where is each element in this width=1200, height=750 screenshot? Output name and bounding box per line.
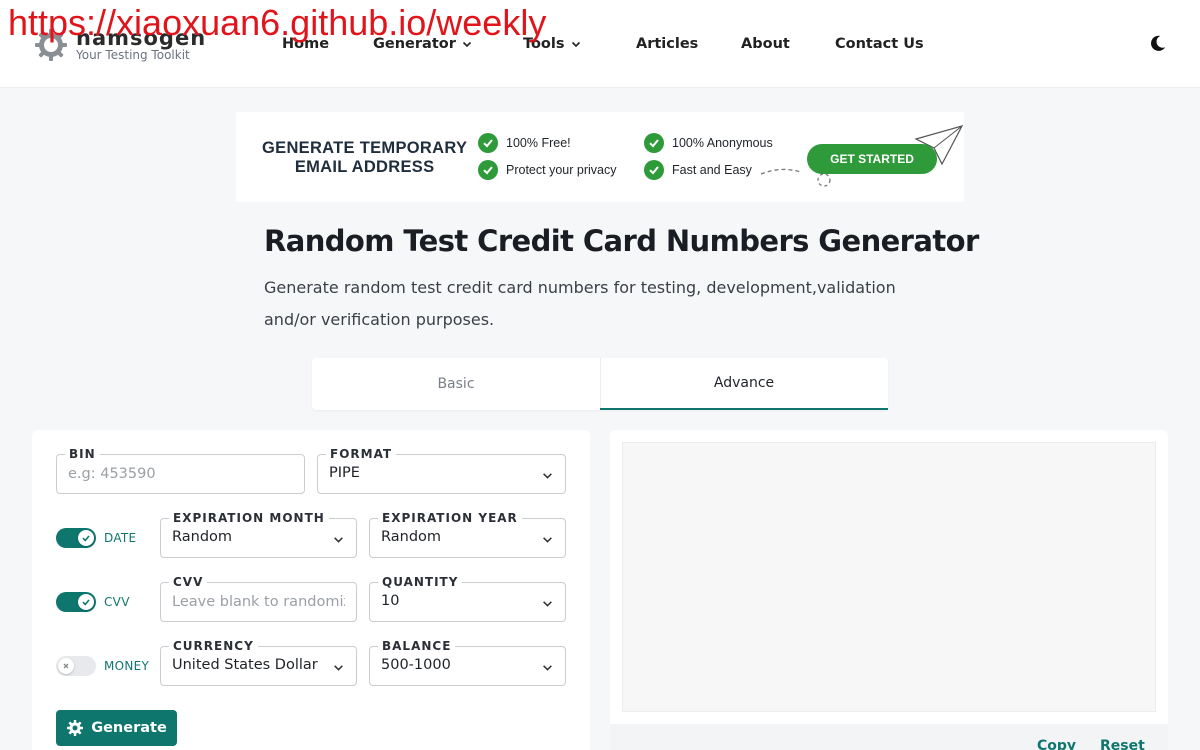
banner-feature: 100% Anonymous	[644, 133, 773, 153]
chevron-down-icon	[543, 537, 552, 543]
check-icon	[644, 133, 664, 153]
banner-feature-label: 100% Free!	[506, 136, 571, 150]
check-icon	[478, 133, 498, 153]
currency-select[interactable]: CURRENCY United States Dollar	[160, 638, 357, 686]
format-select[interactable]: FORMAT PIPE	[317, 446, 566, 494]
output-textarea[interactable]	[622, 442, 1156, 712]
money-toggle-label: MONEY	[104, 659, 150, 673]
banner-feature-label: Fast and Easy	[672, 163, 752, 177]
output-card-footer	[610, 724, 1168, 750]
generate-button-label: Generate	[91, 720, 167, 736]
mode-tabs: Basic Advance	[312, 358, 888, 410]
toggle-knob	[78, 594, 94, 610]
gear-icon	[67, 720, 84, 736]
cvv-label: CVV	[169, 574, 208, 590]
quantity-value: 10	[381, 593, 400, 609]
expiration-year-select[interactable]: EXPIRATION YEAR Random	[369, 510, 566, 558]
reset-button[interactable]: Reset	[1100, 738, 1145, 750]
banner-feature: Fast and Easy	[644, 160, 752, 180]
format-label: FORMAT	[326, 446, 397, 462]
toggle-knob	[78, 530, 94, 546]
bin-field[interactable]: BIN	[56, 446, 305, 494]
nav-about[interactable]: About	[741, 36, 790, 52]
chevron-down-icon	[571, 41, 580, 48]
banner-feature-label: Protect your privacy	[506, 163, 617, 177]
currency-value: United States Dollar	[172, 657, 318, 673]
tab-advance[interactable]: Advance	[600, 358, 888, 410]
watermark-url: https://xiaoxuan6.github.io/weekly	[8, 2, 547, 43]
date-toggle-label: DATE	[104, 531, 137, 545]
generate-button[interactable]: Generate	[56, 710, 177, 746]
nav-about-label: About	[741, 36, 790, 52]
dark-mode-moon-icon[interactable]	[1148, 34, 1167, 53]
quantity-label: QUANTITY	[378, 574, 463, 590]
chevron-down-icon	[543, 601, 552, 607]
chevron-down-icon	[334, 537, 343, 543]
balance-value: 500-1000	[381, 657, 451, 673]
copy-button[interactable]: Copy	[1037, 738, 1076, 750]
chevron-down-icon	[543, 473, 552, 479]
get-started-button[interactable]: GET STARTED	[807, 144, 937, 174]
balance-select[interactable]: BALANCE 500-1000	[369, 638, 566, 686]
banner-headline-line2: EMAIL ADDRESS	[294, 158, 435, 176]
balance-label: BALANCE	[378, 638, 456, 654]
temp-email-banner[interactable]: GENERATE TEMPORARY EMAIL ADDRESS 100% Fr…	[236, 112, 964, 202]
tab-basic[interactable]: Basic	[312, 358, 600, 410]
page-description: Generate random test credit card numbers…	[264, 278, 896, 329]
nav-articles-label: Articles	[636, 36, 699, 52]
money-toggle[interactable]	[56, 656, 96, 676]
cvv-toggle[interactable]	[56, 592, 96, 612]
brand-tagline: Your Testing Toolkit	[76, 48, 190, 62]
cvv-field[interactable]: CVV	[160, 574, 357, 622]
chevron-down-icon	[334, 665, 343, 671]
expiration-year-label: EXPIRATION YEAR	[378, 510, 522, 526]
toggle-knob	[58, 658, 74, 674]
date-toggle[interactable]	[56, 528, 96, 548]
currency-label: CURRENCY	[169, 638, 258, 654]
bin-input[interactable]	[68, 463, 293, 485]
bin-label: BIN	[65, 446, 100, 462]
expiration-year-value: Random	[381, 529, 442, 545]
nav-contact-label: Contact Us	[835, 36, 924, 52]
check-icon	[644, 160, 664, 180]
cvv-input[interactable]	[172, 591, 345, 613]
nav-articles[interactable]: Articles	[636, 36, 698, 52]
expiration-month-select[interactable]: EXPIRATION MONTH Random	[160, 510, 357, 558]
chevron-down-icon	[543, 665, 552, 671]
format-value: PIPE	[329, 465, 360, 481]
expiration-month-label: EXPIRATION MONTH	[169, 510, 329, 526]
banner-feature: 100% Free!	[478, 133, 571, 153]
cvv-toggle-label: CVV	[104, 595, 130, 609]
page-title: Random Test Credit Card Numbers Generato…	[264, 224, 979, 258]
banner-headline-line1: GENERATE TEMPORARY	[262, 139, 468, 157]
expiration-month-value: Random	[172, 529, 233, 545]
nav-contact[interactable]: Contact Us	[835, 36, 924, 52]
banner-headline: GENERATE TEMPORARY EMAIL ADDRESS	[262, 139, 467, 177]
banner-feature: Protect your privacy	[478, 160, 616, 180]
quantity-select[interactable]: QUANTITY 10	[369, 574, 566, 622]
check-icon	[478, 160, 498, 180]
